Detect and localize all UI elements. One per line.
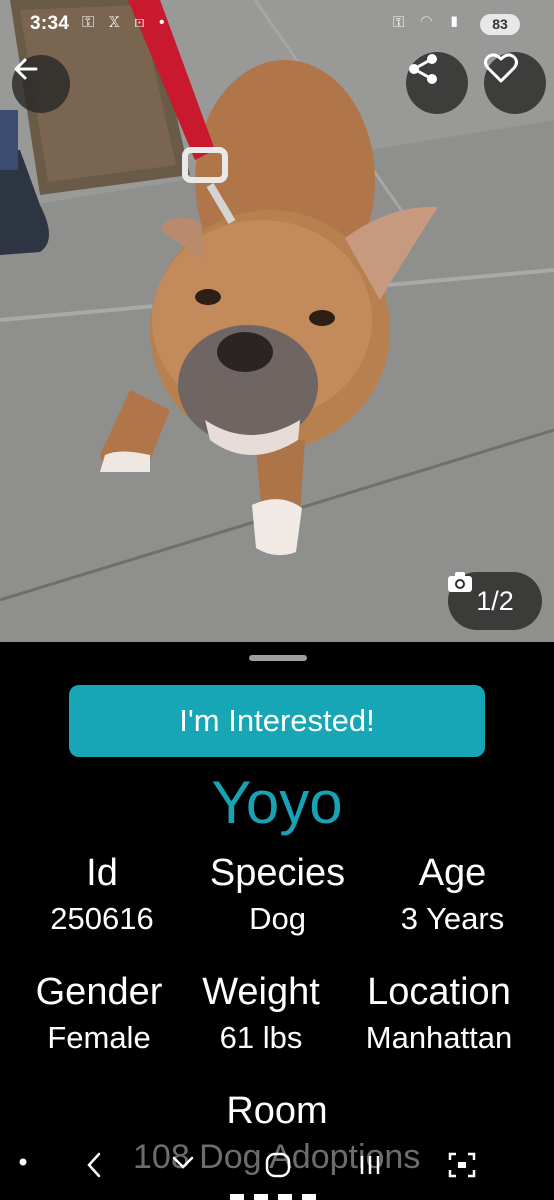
heart-icon: [484, 53, 518, 83]
field-id: Id 250616: [40, 852, 164, 937]
field-location: Location Manhattan: [355, 971, 523, 1056]
share-icon: [409, 54, 437, 84]
field-label: Weight: [202, 971, 320, 1013]
photo-counter[interactable]: 1/2: [448, 572, 542, 630]
favorite-button[interactable]: [484, 52, 546, 114]
signal-icons: ⚿ ◠ ▮: [392, 14, 466, 31]
field-value: 250616: [50, 901, 154, 936]
pet-photo[interactable]: 3:34 ⚿ 𝕏 ⊡ • ⚿ ◠ ▮ 83 1/2: [0, 0, 554, 642]
field-room: Room: [200, 1090, 354, 1133]
photo-counter-text: 1/2: [476, 585, 514, 616]
field-age: Age 3 Years: [380, 852, 525, 937]
home-icon[interactable]: [265, 1152, 291, 1178]
recents-icon[interactable]: [358, 1154, 382, 1176]
status-bar: 3:34 ⚿ 𝕏 ⊡ • ⚿ ◠ ▮ 83: [0, 0, 554, 52]
dot-icon: [19, 1158, 27, 1166]
field-gender: Gender Female: [28, 971, 170, 1056]
pet-name: Yoyo: [211, 769, 343, 836]
camera-icon: [448, 572, 472, 592]
field-label: Location: [367, 971, 511, 1013]
field-value: Dog: [249, 901, 306, 936]
field-label: Gender: [35, 971, 163, 1013]
field-label: Species: [209, 852, 346, 894]
field-value: Manhattan: [365, 1020, 513, 1055]
screenshot-icon[interactable]: [448, 1152, 476, 1178]
battery-indicator: 83: [480, 14, 520, 35]
arrow-left-icon: [14, 58, 38, 80]
field-value: Female: [47, 1020, 151, 1055]
scrolled-content-peek: [230, 1194, 316, 1200]
field-species: Species Dog: [200, 852, 355, 937]
field-value: 3 Years: [400, 901, 505, 936]
notification-icons: ⚿ 𝕏 ⊡ •: [82, 14, 170, 31]
dog-image: [0, 0, 554, 642]
sheet-drag-handle[interactable]: [249, 655, 307, 661]
nav-back-icon[interactable]: [86, 1152, 102, 1178]
field-value: 61 lbs: [219, 1020, 303, 1055]
chevron-down-icon[interactable]: [172, 1156, 194, 1170]
status-time: 3:34: [30, 13, 70, 34]
field-label: Age: [418, 852, 487, 894]
interested-button[interactable]: I'm Interested!: [69, 685, 485, 757]
field-label: Room: [226, 1090, 328, 1132]
field-weight: Weight 61 lbs: [195, 971, 327, 1056]
share-button[interactable]: [406, 52, 468, 114]
back-button[interactable]: [12, 55, 70, 113]
field-label: Id: [86, 852, 118, 894]
